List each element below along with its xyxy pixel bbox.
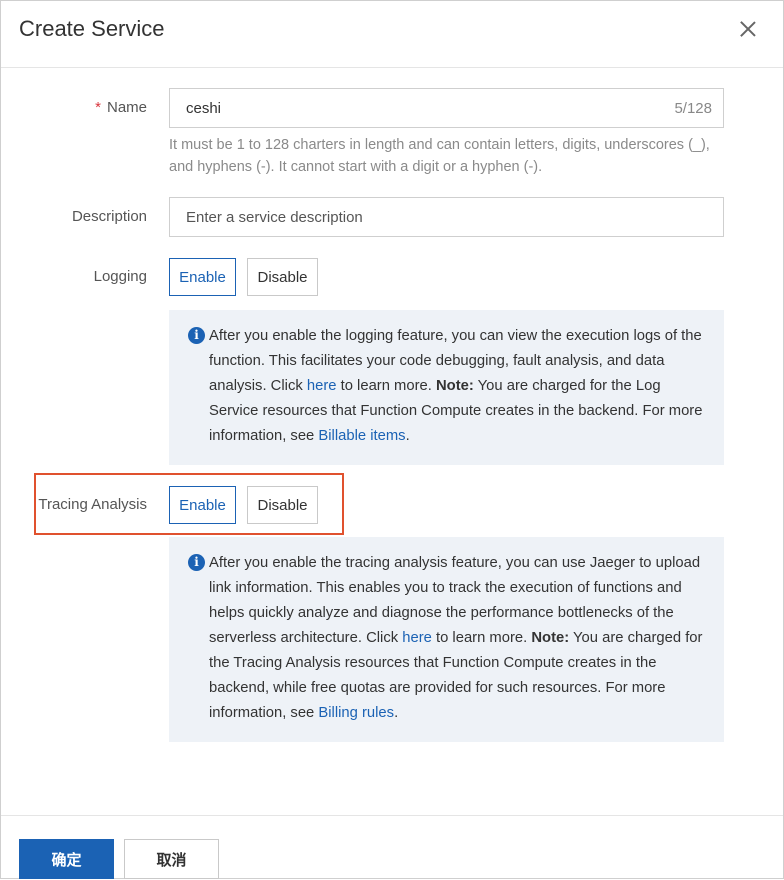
logging-note-label: Note: [436, 378, 474, 394]
close-icon[interactable] [737, 18, 759, 40]
billable-items-link[interactable]: Billable items [318, 428, 405, 444]
dialog-header: Create Service [1, 1, 783, 68]
description-label: Description [71, 208, 147, 225]
name-input[interactable]: ceshi 5/128 [169, 88, 724, 128]
billing-rules-link[interactable]: Billing rules [318, 705, 394, 721]
name-char-counter: 5/128 [674, 99, 712, 117]
logging-disable-button[interactable]: Disable [247, 258, 318, 296]
tracing-info-box: i After you enable the tracing analysis … [169, 537, 724, 742]
description-input[interactable] [169, 197, 724, 237]
logging-info-box: i After you enable the logging feature, … [169, 310, 724, 465]
name-label: * Name [95, 99, 147, 116]
info-icon: i [188, 327, 205, 344]
dialog-title: Create Service [19, 16, 165, 41]
cancel-button[interactable]: 取消 [124, 839, 219, 879]
tracing-enable-button[interactable]: Enable [169, 486, 236, 524]
name-label-text: Name [106, 99, 147, 116]
tracing-info-text-4: . [394, 705, 399, 721]
tracing-info-text-2: to learn more. [431, 630, 532, 646]
required-mark: * [95, 99, 101, 116]
tracing-disable-button[interactable]: Disable [247, 486, 318, 524]
logging-info-text-4: . [405, 428, 410, 444]
info-icon: i [188, 554, 205, 571]
confirm-button[interactable]: 确定 [19, 839, 114, 879]
description-field[interactable] [186, 208, 707, 226]
logging-enable-button[interactable]: Enable [169, 258, 236, 296]
create-service-dialog: Create Service * Name ceshi 5/128 It must… [0, 0, 784, 879]
logging-info-text-2: to learn more. [336, 378, 436, 394]
name-hint: It must be 1 to 128 charters in length a… [169, 137, 710, 175]
dialog-footer: 确定 取消 [1, 815, 783, 880]
tracing-note-label: Note: [531, 630, 570, 646]
logging-label: Logging [93, 268, 147, 285]
tracing-label: Tracing Analysis [38, 496, 147, 513]
logging-learn-more-link[interactable]: here [307, 378, 337, 394]
tracing-learn-more-link[interactable]: here [402, 630, 432, 646]
name-input-value: ceshi [186, 99, 222, 117]
